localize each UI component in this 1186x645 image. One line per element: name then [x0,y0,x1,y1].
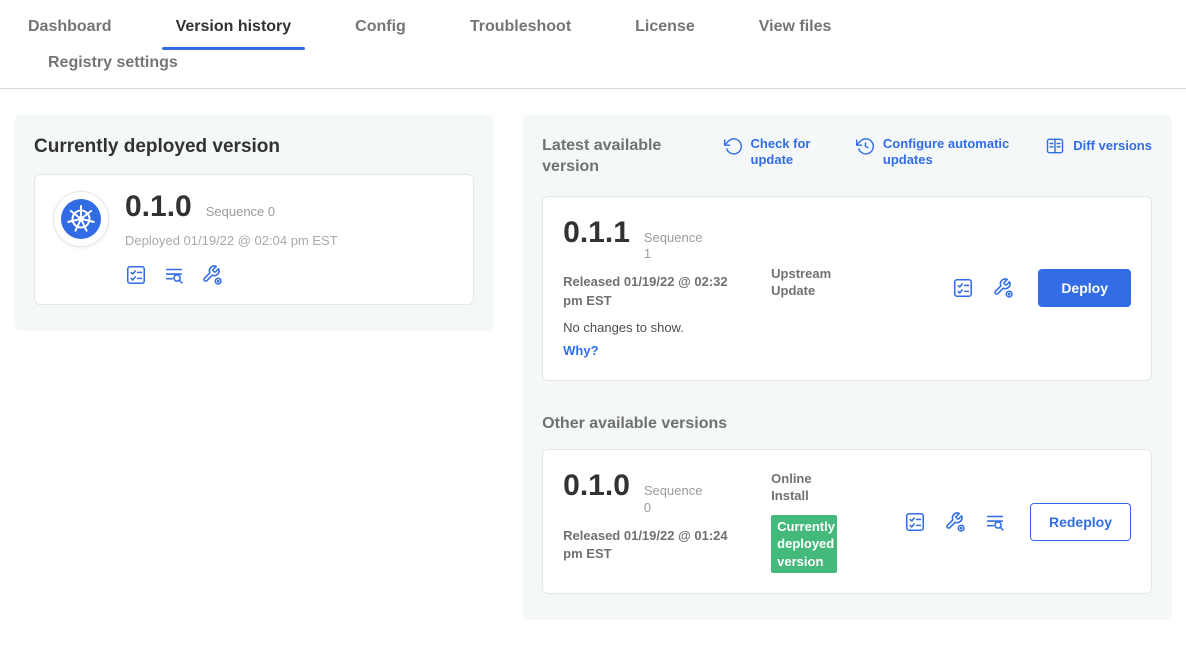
versions-panel: Latest available version Check for updat… [522,114,1172,620]
preflight-checks-icon[interactable] [125,264,147,286]
tab-config[interactable]: Config [355,18,406,36]
tab-dashboard[interactable]: Dashboard [28,18,112,36]
other-card-actions: Redeploy [904,470,1131,574]
latest-released-timestamp: Released 01/19/22 @ 02:32 pm EST [563,273,741,309]
refresh-icon [723,136,743,156]
other-card-info: 0.1.0 Sequence 0 Released 01/19/22 @ 01:… [563,470,771,574]
other-version-number: 0.1.0 [563,470,630,502]
deployed-sequence: Sequence 0 [206,204,275,219]
diff-versions-label: Diff versions [1073,138,1152,154]
check-for-update-label: Check for update [751,136,825,169]
currently-deployed-badge: Currently deployed version [771,515,837,574]
other-versions-title: Other available versions [542,415,1152,433]
other-version-card: 0.1.0 Sequence 0 Released 01/19/22 @ 01:… [542,449,1152,595]
kubernetes-icon [53,191,109,247]
edit-config-icon[interactable] [201,264,223,286]
other-card-source: Online Install Currently deployed versio… [771,470,903,574]
latest-available-title: Latest available version [542,136,692,178]
top-nav: Dashboard Version history Config Trouble… [0,0,1186,89]
other-source-label: Online Install [771,470,843,505]
edit-config-icon[interactable] [944,511,966,533]
latest-version-number: 0.1.1 [563,217,630,249]
no-changes-text: No changes to show. [563,320,771,335]
diff-icon [1045,136,1065,156]
configure-automatic-updates-label: Configure automatic updates [883,136,1015,169]
deployed-panel: Currently deployed version 0.1.0 Sequenc… [14,114,494,331]
tab-view-files[interactable]: View files [759,18,832,36]
why-link[interactable]: Why? [563,343,598,358]
versions-panel-header: Latest available version Check for updat… [542,136,1152,178]
tab-troubleshoot[interactable]: Troubleshoot [470,18,571,36]
tab-registry-settings[interactable]: Registry settings [48,54,178,72]
tab-version-history[interactable]: Version history [176,18,292,36]
tab-license[interactable]: License [635,18,695,36]
redeploy-button[interactable]: Redeploy [1030,503,1131,541]
latest-card-source: Upstream Update [771,217,903,360]
other-sequence: Sequence 0 [644,483,708,517]
nav-row-1: Dashboard Version history Config Trouble… [0,0,1186,50]
latest-source-label: Upstream Update [771,265,843,300]
check-for-update-link[interactable]: Check for update [723,136,825,169]
edit-config-icon[interactable] [992,277,1014,299]
preflight-checks-icon[interactable] [904,511,926,533]
latest-card-actions: Deploy [952,217,1131,360]
diff-versions-link[interactable]: Diff versions [1045,136,1152,156]
nav-row-2: Registry settings [0,50,1186,88]
deployed-card-body: 0.1.0 Sequence 0 Deployed 01/19/22 @ 02:… [125,191,338,286]
deployed-actions [125,264,338,286]
release-notes-icon[interactable] [984,511,1006,533]
latest-version-card: 0.1.1 Sequence 1 Released 01/19/22 @ 02:… [542,196,1152,381]
deployed-version-card: 0.1.0 Sequence 0 Deployed 01/19/22 @ 02:… [34,174,474,305]
deployed-version-number: 0.1.0 [125,191,192,223]
auto-update-icon [855,136,875,156]
latest-card-info: 0.1.1 Sequence 1 Released 01/19/22 @ 02:… [563,217,771,360]
release-notes-icon[interactable] [163,264,185,286]
content: Currently deployed version 0.1.0 Sequenc… [0,89,1186,645]
deploy-button[interactable]: Deploy [1038,269,1131,307]
configure-automatic-updates-link[interactable]: Configure automatic updates [855,136,1015,169]
other-released-timestamp: Released 01/19/22 @ 01:24 pm EST [563,527,741,563]
deployed-panel-title: Currently deployed version [34,136,474,158]
preflight-checks-icon[interactable] [952,277,974,299]
deployed-timestamp: Deployed 01/19/22 @ 02:04 pm EST [125,233,338,248]
latest-sequence: Sequence 1 [644,230,708,264]
